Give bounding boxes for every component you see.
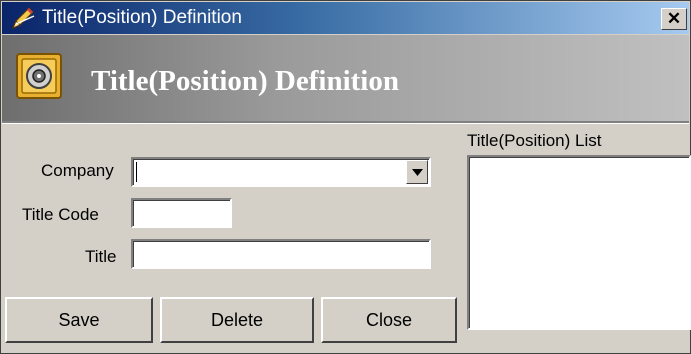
title-code-label: Title Code bbox=[22, 205, 99, 224]
delete-button[interactable]: Delete bbox=[160, 297, 314, 343]
header-banner: Title(Position) Definition bbox=[2, 35, 689, 121]
company-label: Company bbox=[41, 161, 114, 180]
save-button[interactable]: Save bbox=[5, 297, 153, 343]
chevron-down-icon bbox=[412, 169, 423, 176]
list-label: Title(Position) List bbox=[467, 131, 602, 150]
company-dropdown-button[interactable] bbox=[406, 160, 428, 184]
pencil-icon bbox=[12, 7, 35, 29]
window-close-button[interactable]: ✕ bbox=[661, 8, 687, 30]
title-bar[interactable]: Title(Position) Definition ✕ bbox=[2, 2, 689, 34]
safe-icon bbox=[16, 53, 62, 99]
company-select[interactable] bbox=[131, 157, 431, 187]
dialog-window: Title(Position) Definition ✕ Title(Posit… bbox=[0, 0, 691, 354]
title-input[interactable] bbox=[133, 241, 429, 267]
title-label: Title bbox=[85, 247, 117, 266]
window-title: Title(Position) Definition bbox=[42, 7, 242, 28]
header-title: Title(Position) Definition bbox=[91, 65, 399, 97]
title-list[interactable] bbox=[467, 155, 691, 330]
title-code-field[interactable] bbox=[131, 198, 232, 228]
close-icon: ✕ bbox=[666, 9, 682, 28]
close-button[interactable]: Close bbox=[321, 297, 457, 343]
header-divider bbox=[2, 121, 689, 124]
text-caret bbox=[136, 162, 137, 182]
title-field[interactable] bbox=[131, 239, 431, 269]
title-code-input[interactable] bbox=[133, 200, 230, 226]
